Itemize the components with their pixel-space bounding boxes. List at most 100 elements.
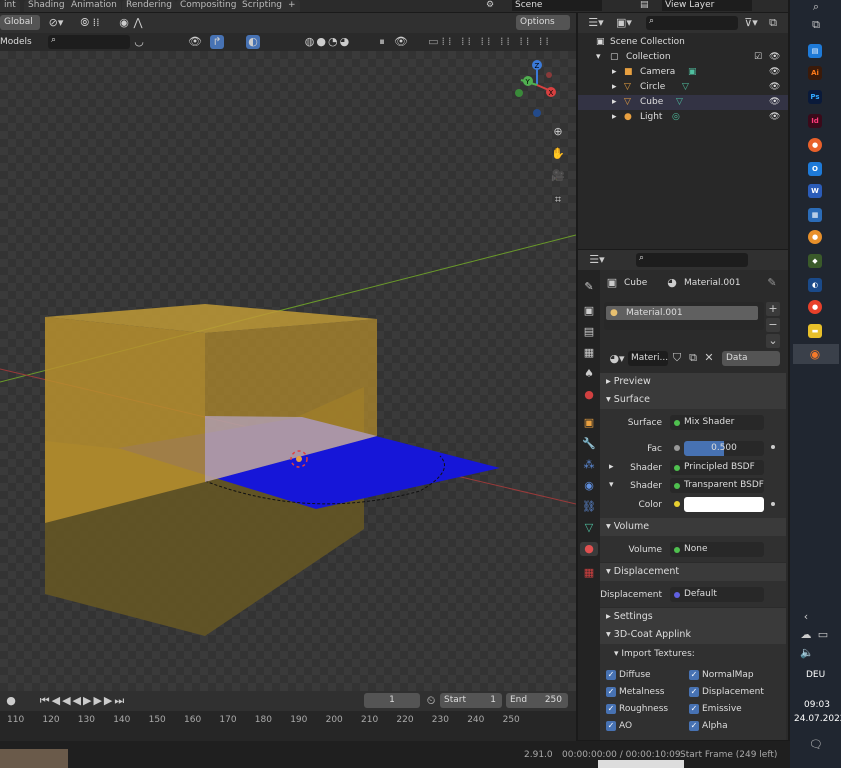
- zoom-icon[interactable]: ⊕: [550, 125, 566, 139]
- timeline-ruler[interactable]: 110 120 130 140 150 160 170 180 190 200 210 220 230 2…: [0, 711, 576, 741]
- cloud-icon[interactable]: ☁: [800, 628, 812, 642]
- shader1-field[interactable]: Principled BSDF: [670, 460, 764, 475]
- pin-icon[interactable]: ✎: [766, 276, 778, 290]
- word-icon[interactable]: W: [808, 184, 822, 198]
- indesign-icon[interactable]: Id: [808, 114, 822, 128]
- expand-arrow-icon[interactable]: ▸: [612, 95, 617, 110]
- browser-icon[interactable]: ●: [808, 230, 822, 244]
- surface-panel[interactable]: ▾ Surface: [600, 391, 786, 409]
- record-icon[interactable]: ●: [4, 694, 18, 708]
- scene-tab-icon[interactable]: ♠: [582, 367, 596, 381]
- falloff-icon[interactable]: ⋀: [132, 16, 144, 30]
- tool-tab-icon[interactable]: ✎: [582, 280, 596, 294]
- roughness-checkbox[interactable]: ✓: [606, 704, 616, 714]
- eye-icon[interactable]: 👁: [769, 65, 780, 80]
- tab-animation[interactable]: Animation: [67, 0, 121, 12]
- task-view-icon[interactable]: ⧉: [808, 18, 824, 32]
- outlook-icon[interactable]: O: [808, 162, 822, 176]
- display-mode-icon[interactable]: ▣▾: [614, 16, 634, 30]
- tab-shading[interactable]: Shading: [24, 0, 69, 12]
- fac-slider[interactable]: 0.500: [684, 441, 764, 456]
- expand-arrow-icon[interactable]: ▾: [596, 50, 601, 65]
- settings-panel[interactable]: ▸ Settings: [600, 608, 786, 626]
- options-dropdown[interactable]: Options: [516, 15, 570, 30]
- properties-search-input[interactable]: ⌕: [636, 253, 748, 267]
- expand-arrow-icon[interactable]: ▸: [612, 65, 617, 80]
- render-tab-icon[interactable]: ▣: [582, 304, 596, 318]
- gizmo-icon[interactable]: ↱: [210, 35, 224, 49]
- outliner-item-light[interactable]: ▸ ● Light ◎ 👁: [578, 110, 788, 125]
- expand-arrow-icon[interactable]: ▸: [612, 80, 617, 95]
- orientation-dropdown[interactable]: Global: [0, 15, 40, 30]
- clock-date[interactable]: 24.07.2022: [794, 714, 841, 724]
- material-tab-icon[interactable]: ●: [580, 542, 598, 556]
- color-swatch[interactable]: [684, 497, 764, 512]
- tab-scripting[interactable]: Scripting: [238, 0, 287, 12]
- surface-shader-field[interactable]: Mix Shader: [670, 415, 764, 430]
- blender-icon[interactable]: ◉: [808, 347, 822, 361]
- clock-time[interactable]: 09:03: [804, 700, 830, 710]
- displacement-checkbox[interactable]: ✓: [689, 687, 699, 697]
- eye-icon[interactable]: 👁: [769, 80, 780, 95]
- start-frame-field[interactable]: Start 1: [440, 693, 502, 708]
- collection-row[interactable]: ▾ ▢ Collection ☑ 👁: [578, 50, 788, 65]
- camera-view-icon[interactable]: 🎥: [550, 169, 566, 183]
- expand-arrow-icon[interactable]: ▸: [612, 110, 617, 125]
- volume-panel[interactable]: ▾ Volume: [600, 518, 786, 536]
- import-textures-subpanel[interactable]: ▾ Import Textures:: [614, 649, 695, 659]
- output-tab-icon[interactable]: ▤: [582, 325, 596, 339]
- playback-controls[interactable]: ⏮◀◀◀▶▶▶⏭: [38, 694, 128, 708]
- filter-icon[interactable]: ◡: [132, 35, 146, 49]
- coat-applink-panel[interactable]: ▾ 3D-Coat Applink: [600, 626, 786, 644]
- overlay-icon[interactable]: ◐: [246, 35, 260, 49]
- notification-icon[interactable]: 🗨: [808, 738, 824, 752]
- link-dropdown[interactable]: Data: [722, 351, 780, 366]
- slot-menu-icon[interactable]: ⌄: [766, 334, 780, 348]
- pause-icon[interactable]: ⏸: [376, 35, 388, 49]
- toggle-icons[interactable]: ▭⁞⁞ ⁞⁞ ⁞⁞ ⁞⁞ ⁞⁞ ⁞⁞: [410, 35, 570, 49]
- editor-type-icon[interactable]: ☰▾: [586, 16, 606, 30]
- app-icon[interactable]: ▦: [808, 208, 822, 222]
- data-tab-icon[interactable]: ▽: [582, 521, 596, 535]
- normalmap-checkbox[interactable]: ✓: [689, 670, 699, 680]
- metalness-checkbox[interactable]: ✓: [606, 687, 616, 697]
- perspective-grid-icon[interactable]: ⌗: [550, 193, 566, 207]
- app2-icon[interactable]: ◆: [808, 254, 822, 268]
- volume-icon[interactable]: 🔈: [800, 646, 814, 660]
- view-layer-tab-icon[interactable]: ▦: [582, 346, 596, 360]
- diffuse-checkbox[interactable]: ✓: [606, 670, 616, 680]
- world-tab-icon[interactable]: ●: [582, 388, 596, 402]
- pan-hand-icon[interactable]: ✋: [550, 147, 566, 161]
- firefox-icon[interactable]: ●: [808, 138, 822, 152]
- search-input[interactable]: ⌕: [48, 35, 130, 49]
- displacement-panel[interactable]: ▾ Displacement: [600, 563, 786, 581]
- remove-slot-icon[interactable]: −: [766, 318, 780, 332]
- add-workspace-button[interactable]: +: [284, 0, 300, 12]
- clock-icon[interactable]: ⏲: [424, 694, 438, 708]
- scene-collection-row[interactable]: ▣ Scene Collection: [578, 35, 788, 50]
- particles-tab-icon[interactable]: ⁂: [582, 458, 596, 472]
- keyframe-dot-icon[interactable]: [771, 445, 775, 449]
- emissive-checkbox[interactable]: ✓: [689, 704, 699, 714]
- ao-checkbox[interactable]: ✓: [606, 721, 616, 731]
- shader2-field[interactable]: Transparent BSDF: [670, 478, 764, 493]
- unlink-icon[interactable]: ✕: [702, 351, 716, 365]
- pivot-icon[interactable]: ⊘▾: [44, 16, 68, 30]
- physics-tab-icon[interactable]: ◉: [582, 479, 596, 493]
- material-browse-icon[interactable]: ◕▾: [606, 352, 628, 366]
- end-frame-field[interactable]: End 250: [506, 693, 568, 708]
- fake-user-icon[interactable]: ⛉: [670, 351, 684, 365]
- filter-icon[interactable]: ⊽▾: [740, 16, 762, 30]
- search-icon[interactable]: ⌕: [808, 0, 824, 14]
- texture-tab-icon[interactable]: ▦: [582, 566, 596, 580]
- tab-rendering[interactable]: Rendering: [122, 0, 176, 12]
- illustrator-icon[interactable]: Ai: [808, 66, 822, 80]
- outliner-item-circle[interactable]: ▸ ▽ Circle ▽ 👁: [578, 80, 788, 95]
- outliner-item-camera[interactable]: ▸ ■ Camera ▣ 👁: [578, 65, 788, 80]
- outliner-item-cube[interactable]: ▸ ▽ Cube ▽ 👁: [578, 95, 788, 110]
- add-slot-icon[interactable]: +: [766, 302, 780, 316]
- eye-icon[interactable]: 👁: [769, 110, 780, 125]
- scene-name-field[interactable]: Scene: [512, 0, 602, 11]
- displacement-field[interactable]: Default: [670, 587, 764, 602]
- network-icon[interactable]: ▭: [816, 628, 830, 642]
